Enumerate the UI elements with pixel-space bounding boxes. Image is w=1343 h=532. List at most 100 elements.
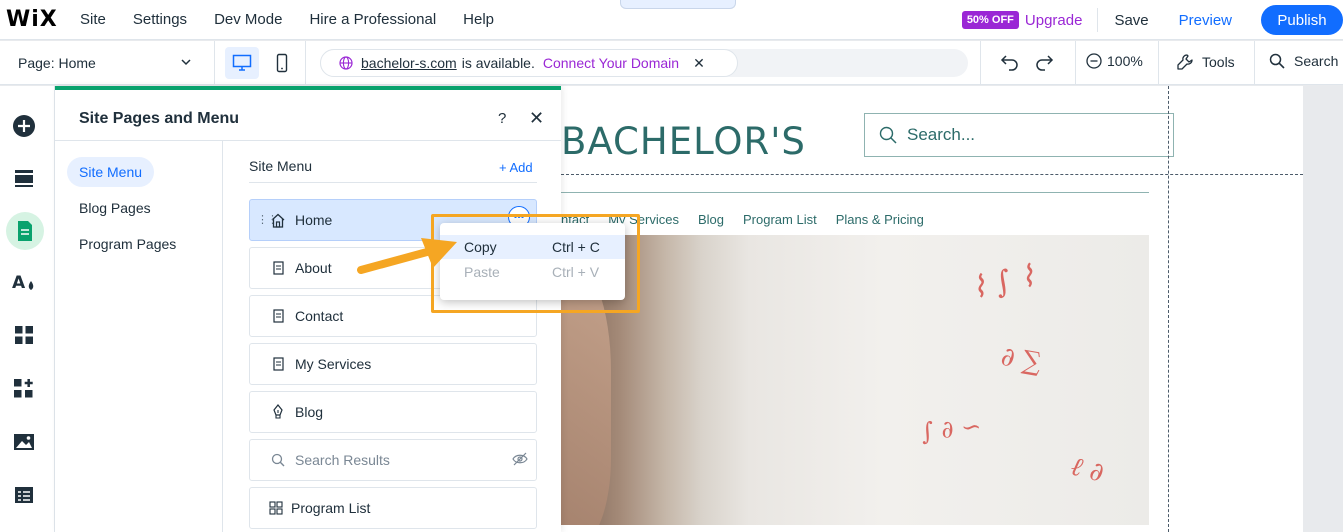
site-search-box[interactable]: Search... [864,113,1174,157]
canvas-margin [1303,86,1343,532]
page-label: Home [295,212,333,228]
discount-badge: 50% OFF [961,11,1019,29]
close-icon[interactable]: ✕ [529,108,544,129]
panel-tabs: Site Menu Blog Pages Program Pages [55,141,223,532]
search-button[interactable]: Search [1269,53,1338,69]
domain-available-text: is available. [461,55,535,71]
editor-toolbar: Page: Home bachelor-s.com is available. … [0,41,1343,85]
site-search-placeholder: Search... [907,125,976,144]
page-icon [269,261,287,275]
page-icon [269,357,287,371]
page-label: About [295,260,332,276]
globe-icon [339,56,353,70]
site-pages-panel: Site Pages and Menu ? ✕ Site Menu Blog P… [55,86,561,532]
desktop-view-button[interactable] [225,47,259,79]
connect-domain-link[interactable]: Connect Your Domain [543,55,679,71]
page-row-program-list[interactable]: Program List [249,487,537,529]
menu-site[interactable]: Site [80,11,106,28]
pages-icon[interactable] [6,212,44,250]
zoom-out-icon [1086,53,1102,69]
page-label: Contact [295,308,344,324]
divider [1254,41,1255,85]
mobile-view-button[interactable] [268,47,296,79]
page-row-search-results[interactable]: Search Results [249,439,537,481]
divider [305,41,306,85]
site-divider [561,192,1149,193]
tools-button[interactable]: Tools [1176,53,1235,71]
wix-logo[interactable]: WiX [6,7,80,32]
top-bar: WiX Site Settings Dev Mode Hire a Profes… [0,0,1343,40]
cms-icon[interactable] [10,481,38,509]
help-icon[interactable]: ? [498,110,506,127]
arrow-annotation [355,226,465,281]
svg-text:A: A [12,273,26,293]
page-label: Search Results [295,452,390,468]
zoom-level: 100% [1107,53,1143,69]
close-icon[interactable]: ✕ [693,55,705,72]
whiteboard-writing: ℓ ∂ [1067,451,1107,489]
search-icon [879,126,897,144]
mobile-icon [276,53,288,73]
left-rail: A [0,86,55,532]
add-elements-icon[interactable] [10,112,38,140]
preview-button[interactable]: Preview [1179,12,1232,29]
copy-label: Copy [464,239,497,255]
design-icon[interactable]: A [10,268,38,296]
divider [980,41,981,85]
menu-settings[interactable]: Settings [133,11,187,28]
search-icon [269,453,287,467]
add-apps-icon[interactable] [10,375,38,403]
menu-help[interactable]: Help [463,11,494,28]
drag-handle-icon[interactable]: ⋮⋮ [257,213,278,226]
page-row-my-services[interactable]: My Services [249,343,537,385]
page-row-contact[interactable]: Contact [249,295,537,337]
save-button[interactable]: Save [1114,12,1148,29]
paste-shortcut: Ctrl + V [552,264,600,280]
hidden-eye-icon[interactable] [512,452,528,469]
page-selector-label: Page: Home [18,55,96,71]
page-selector[interactable]: Page: Home [0,41,215,85]
site-canvas[interactable]: BACHELOR'S Search... ntact My Services B… [561,86,1303,532]
header-divider-guide [561,174,1303,175]
grid-icon [267,501,285,515]
tab-site-menu[interactable]: Site Menu [67,157,155,187]
wrench-icon [1177,54,1193,70]
panel-title: Site Pages and Menu [79,110,240,127]
tab-program-pages[interactable]: Program Pages [67,229,188,259]
zoom-control[interactable]: 100% [1086,53,1143,69]
domain-name[interactable]: bachelor-s.com [361,55,457,71]
undo-icon[interactable] [1000,53,1020,76]
publish-button[interactable]: Publish [1261,5,1343,35]
site-nav-blog[interactable]: Blog [698,212,724,227]
redo-icon[interactable] [1034,53,1054,76]
collapse-handle[interactable] [620,0,736,9]
paste-label: Paste [464,264,500,280]
search-label: Search [1294,53,1339,69]
divider [1097,8,1099,32]
menu-dev-mode[interactable]: Dev Mode [214,11,282,28]
site-nav-plans-pricing[interactable]: Plans & Pricing [836,212,924,227]
page-label: Blog [295,404,324,420]
sections-icon[interactable] [10,164,38,192]
site-nav-program-list[interactable]: Program List [743,212,817,227]
hero-image[interactable]: ⌇ ∫ ⌇ ∂ ∑ ∫ ∂ ∽ ℓ ∂ [561,235,1149,525]
whiteboard-writing: ∂ ∑ [998,341,1044,379]
divider [1075,41,1076,85]
tools-label: Tools [1202,54,1235,70]
copy-menu-item[interactable]: Copy Ctrl + C [440,235,625,259]
site-title[interactable]: BACHELOR'S [561,120,806,163]
add-page-button[interactable]: + Add [499,160,533,175]
divider [1158,41,1159,85]
paste-menu-item[interactable]: Paste Ctrl + V [440,260,625,284]
search-icon [1269,53,1285,69]
url-bar: bachelor-s.com is available. Connect You… [320,49,968,77]
menu-hire-professional[interactable]: Hire a Professional [309,11,436,28]
upgrade-link[interactable]: Upgrade [1025,12,1083,29]
tab-blog-pages[interactable]: Blog Pages [67,193,163,223]
desktop-icon [232,54,252,71]
page-row-blog[interactable]: Blog [249,391,537,433]
media-icon[interactable] [10,428,38,456]
page-label: My Services [295,356,372,372]
page-label: Program List [291,500,371,516]
apps-icon[interactable] [10,321,38,349]
